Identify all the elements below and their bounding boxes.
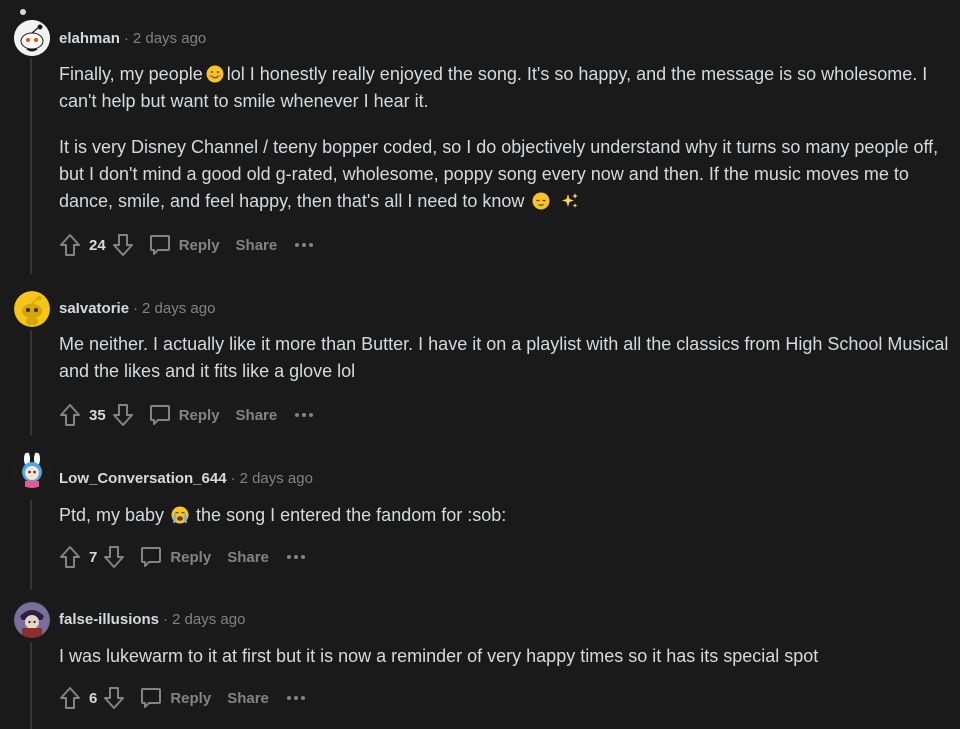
vote-count: 24 xyxy=(89,236,106,254)
comment-paragraph: Ptd, my baby the song I entered the fando… xyxy=(59,502,949,529)
reply-label: Reply xyxy=(170,689,212,707)
comment-actions: 7 Reply Share xyxy=(57,544,305,570)
comment-actions: 35 Reply Share xyxy=(57,402,314,428)
downvote-icon[interactable] xyxy=(101,685,127,711)
bunny-avatar-icon[interactable] xyxy=(14,452,50,488)
downvote-icon[interactable] xyxy=(110,402,136,428)
meta-separator: · xyxy=(133,300,139,317)
sparkles-emoji xyxy=(562,193,579,208)
reddit-snoo-icon[interactable] xyxy=(14,20,50,56)
share-button[interactable]: Share xyxy=(227,549,269,566)
username[interactable]: Low_Conversation_644 xyxy=(59,470,227,487)
meta-separator: · xyxy=(163,611,169,628)
reply-label: Reply xyxy=(178,236,220,254)
reply-label: Reply xyxy=(170,548,212,566)
comment-body: Finally, my people lol I honestly really … xyxy=(59,61,949,215)
comment-body: Ptd, my baby the song I entered the fando… xyxy=(59,502,949,529)
meta-separator: · xyxy=(230,470,236,487)
username[interactable]: saIvatorie xyxy=(59,300,129,317)
reply-button[interactable]: Reply xyxy=(148,403,220,427)
thread-line[interactable] xyxy=(30,642,32,729)
comment-meta: elahman · 2 days ago xyxy=(59,29,206,49)
more-options-icon[interactable] xyxy=(295,243,314,247)
upvote-icon[interactable] xyxy=(57,402,83,428)
vote-count: 35 xyxy=(89,406,106,424)
downvote-icon[interactable] xyxy=(110,232,136,258)
timestamp[interactable]: 2 days ago xyxy=(133,30,206,47)
upvote-icon[interactable] xyxy=(57,544,83,570)
reply-button[interactable]: Reply xyxy=(148,233,220,257)
comment-actions: 6 Reply Share xyxy=(57,685,305,711)
comment-actions: 24 Reply Share xyxy=(57,232,314,258)
loudly-crying-face-emoji xyxy=(171,506,189,524)
reply-button[interactable]: Reply xyxy=(139,686,211,710)
upvote-icon[interactable] xyxy=(57,232,83,258)
relieved-face-emoji xyxy=(532,192,550,210)
thread-line[interactable] xyxy=(30,500,32,590)
share-button[interactable]: Share xyxy=(236,407,278,424)
comment-bubble-icon xyxy=(141,688,162,708)
comment-body: I was lukewarm to it at first but it is … xyxy=(59,643,949,670)
comment-bubble-icon xyxy=(141,547,162,567)
reply-label: Reply xyxy=(178,406,220,424)
reply-button[interactable]: Reply xyxy=(139,545,211,569)
share-button[interactable]: Share xyxy=(236,237,278,254)
comment-text: Me neither. I actually like it more than… xyxy=(59,334,949,381)
comment-meta: Low_Conversation_644 · 2 days ago xyxy=(59,469,313,489)
more-options-icon[interactable] xyxy=(295,413,314,417)
share-button[interactable]: Share xyxy=(227,690,269,707)
yellow-snoo-icon[interactable] xyxy=(14,291,50,327)
comment-text: the song I entered the fandom for :sob: xyxy=(196,505,507,525)
upvote-icon[interactable] xyxy=(57,685,83,711)
vote-count: 7 xyxy=(89,548,98,566)
comment-thread: elahman · 2 days ago Finally, my people lol… xyxy=(0,0,960,729)
vote-count: 6 xyxy=(89,689,98,707)
timestamp[interactable]: 2 days ago xyxy=(172,611,245,628)
comment-paragraph: It is very Disney Channel / teeny bopper… xyxy=(59,134,949,215)
comment-paragraph: Finally, my people lol I honestly really … xyxy=(59,61,949,115)
comment-bubble-icon xyxy=(149,405,170,425)
timestamp[interactable]: 2 days ago xyxy=(240,470,313,487)
more-options-icon[interactable] xyxy=(286,555,305,559)
comment-text: I was lukewarm to it at first but it is … xyxy=(59,646,819,666)
comment-text: Finally, my people xyxy=(59,64,203,84)
downvote-icon[interactable] xyxy=(101,544,127,570)
timestamp[interactable]: 2 days ago xyxy=(142,300,215,317)
username[interactable]: elahman xyxy=(59,30,120,47)
comment-meta: false-illusions · 2 days ago xyxy=(59,610,245,630)
comment-bubble-icon xyxy=(149,235,170,255)
comment-paragraph: I was lukewarm to it at first but it is … xyxy=(59,643,949,670)
thread-collapse-dot[interactable] xyxy=(20,9,26,15)
meta-separator: · xyxy=(123,30,129,47)
thread-line[interactable] xyxy=(30,330,32,435)
illusion-avatar-icon[interactable] xyxy=(14,602,50,638)
comment-meta: saIvatorie · 2 days ago xyxy=(59,299,215,319)
username[interactable]: false-illusions xyxy=(59,611,159,628)
thread-line[interactable] xyxy=(30,58,32,274)
more-options-icon[interactable] xyxy=(286,696,305,700)
comment-paragraph: Me neither. I actually like it more than… xyxy=(59,331,949,385)
grinning-face-emoji xyxy=(206,65,224,83)
comment-body: Me neither. I actually like it more than… xyxy=(59,331,949,385)
comment-text: Ptd, my baby xyxy=(59,505,165,525)
comment-text: It is very Disney Channel / teeny bopper… xyxy=(59,137,939,211)
